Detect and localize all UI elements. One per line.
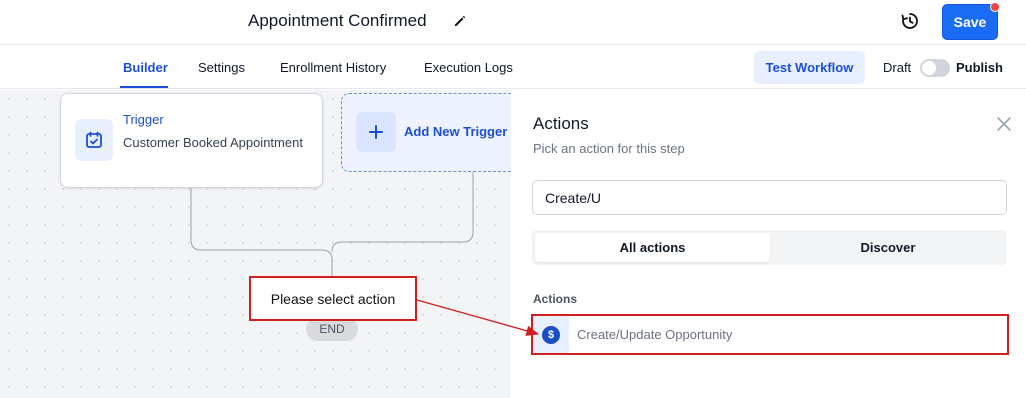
trigger-subtitle: Customer Booked Appointment: [123, 135, 303, 150]
tab-execution-logs[interactable]: Execution Logs: [424, 60, 513, 75]
tab-bar: Builder Settings Enrollment History Exec…: [0, 45, 1026, 89]
trigger-title: Trigger: [123, 112, 164, 127]
action-item-label: Create/Update Opportunity: [577, 327, 733, 342]
dollar-icon: $: [542, 325, 560, 344]
add-new-trigger-label: Add New Trigger: [404, 124, 508, 139]
add-new-trigger-card[interactable]: Add New Trigger: [341, 93, 511, 172]
action-item-create-update-opportunity[interactable]: $ Create/Update Opportunity: [531, 314, 1009, 355]
save-button[interactable]: Save: [942, 4, 998, 40]
test-workflow-button[interactable]: Test Workflow: [754, 51, 865, 84]
panel-title: Actions: [533, 114, 589, 133]
publish-label: Publish: [956, 60, 1003, 75]
workflow-canvas[interactable]: Trigger Customer Booked Appointment Add …: [0, 90, 511, 398]
action-icon-area: $: [533, 316, 569, 353]
close-icon[interactable]: [996, 116, 1012, 132]
action-filter-segmented-control: All actions Discover: [532, 230, 1007, 265]
trigger-icon-box: [75, 119, 113, 161]
tab-builder[interactable]: Builder: [123, 60, 168, 75]
draft-label: Draft: [883, 60, 912, 75]
app-header: Appointment Confirmed Save: [0, 0, 1026, 45]
active-tab-underline: [120, 86, 168, 88]
segment-all-actions[interactable]: All actions: [535, 233, 770, 262]
workflow-title: Appointment Confirmed: [248, 11, 427, 30]
toggle-knob: [922, 61, 936, 75]
publish-toggle[interactable]: [920, 59, 950, 77]
tab-settings[interactable]: Settings: [198, 60, 245, 75]
actions-panel: Actions Pick an action for this step All…: [511, 90, 1026, 398]
tab-enrollment-history[interactable]: Enrollment History: [280, 60, 386, 75]
plus-icon: [356, 112, 396, 152]
trigger-card[interactable]: Trigger Customer Booked Appointment: [60, 93, 323, 188]
pencil-icon[interactable]: [452, 13, 468, 29]
calendar-check-icon: [86, 131, 102, 148]
annotation-callout: Please select action: [249, 276, 417, 321]
segment-discover[interactable]: Discover: [772, 233, 1004, 262]
actions-section-label: Actions: [533, 292, 578, 306]
panel-subtitle: Pick an action for this step: [533, 141, 685, 156]
action-search-input[interactable]: [532, 180, 1007, 215]
history-icon[interactable]: [900, 11, 920, 31]
unsaved-indicator-dot: [990, 2, 1000, 12]
